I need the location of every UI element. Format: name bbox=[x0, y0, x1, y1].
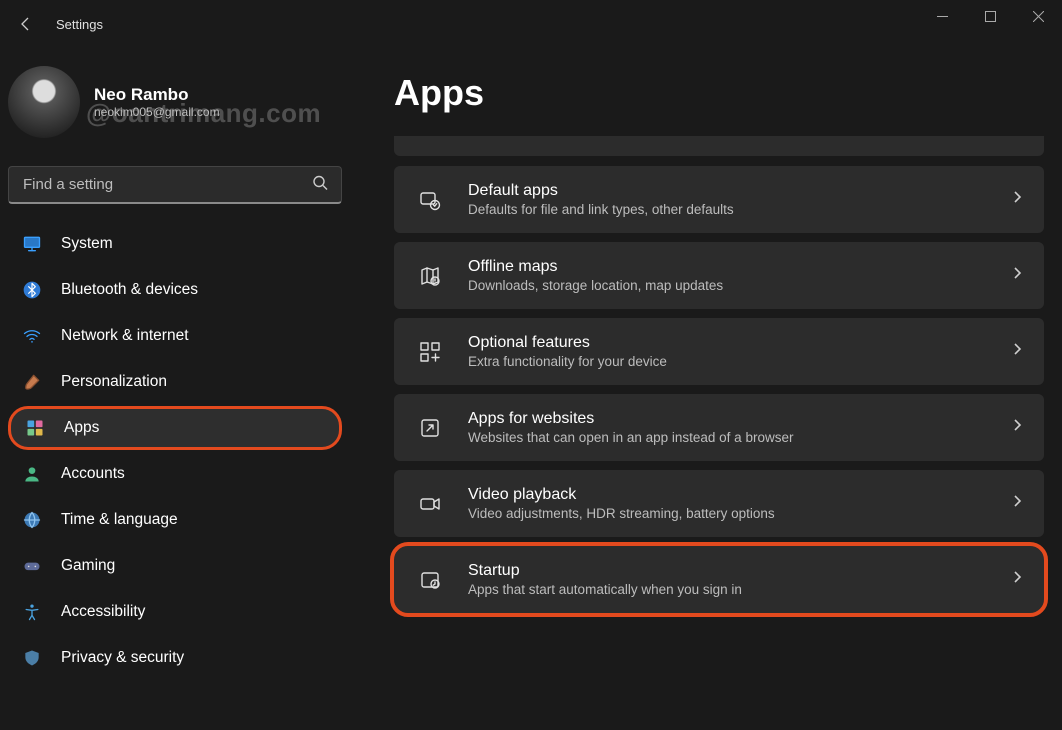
wifi-icon bbox=[20, 324, 44, 348]
close-icon bbox=[1033, 11, 1044, 22]
sidebar: Neo Rambo neokim005@gmail.com @oantriman… bbox=[0, 48, 350, 730]
profile-name: Neo Rambo bbox=[94, 84, 220, 105]
apps-icon bbox=[23, 416, 47, 440]
avatar bbox=[8, 66, 80, 138]
chevron-right-icon bbox=[1010, 418, 1024, 437]
back-button[interactable] bbox=[12, 10, 40, 38]
gamepad-icon bbox=[20, 554, 44, 578]
globe-icon bbox=[20, 508, 44, 532]
maximize-button[interactable] bbox=[966, 0, 1014, 32]
chevron-right-icon bbox=[1010, 342, 1024, 361]
maximize-icon bbox=[985, 11, 996, 22]
sidebar-item-accounts[interactable]: Accounts bbox=[8, 452, 342, 496]
sidebar-item-label: Privacy & security bbox=[61, 649, 184, 667]
window-controls bbox=[918, 0, 1062, 32]
sidebar-item-label: Bluetooth & devices bbox=[61, 281, 198, 299]
sidebar-item-label: Personalization bbox=[61, 373, 167, 391]
startup-icon bbox=[416, 566, 444, 594]
sidebar-item-accessibility[interactable]: Accessibility bbox=[8, 590, 342, 634]
card-apps-websites[interactable]: Apps for websites Websites that can open… bbox=[394, 394, 1044, 461]
card-subtitle: Video adjustments, HDR streaming, batter… bbox=[468, 506, 1010, 521]
card-optional-features[interactable]: Optional features Extra functionality fo… bbox=[394, 318, 1044, 385]
minimize-icon bbox=[937, 11, 948, 22]
sidebar-item-gaming[interactable]: Gaming bbox=[8, 544, 342, 588]
card-title: Offline maps bbox=[468, 258, 1010, 276]
sidebar-item-label: Apps bbox=[64, 419, 99, 437]
profile-email: neokim005@gmail.com bbox=[94, 105, 220, 120]
chevron-right-icon bbox=[1010, 266, 1024, 285]
default-apps-icon bbox=[416, 186, 444, 214]
map-icon bbox=[416, 262, 444, 290]
sidebar-item-personalization[interactable]: Personalization bbox=[8, 360, 342, 404]
sidebar-item-system[interactable]: System bbox=[8, 222, 342, 266]
chevron-right-icon bbox=[1010, 494, 1024, 513]
card-title: Startup bbox=[468, 562, 1010, 580]
person-icon bbox=[20, 462, 44, 486]
video-icon bbox=[416, 490, 444, 518]
card-startup[interactable]: Startup Apps that start automatically wh… bbox=[394, 546, 1044, 613]
sidebar-item-time[interactable]: Time & language bbox=[8, 498, 342, 542]
titlebar: Settings bbox=[0, 0, 1062, 48]
sidebar-item-label: Accounts bbox=[61, 465, 125, 483]
shield-icon bbox=[20, 646, 44, 670]
sidebar-item-privacy[interactable]: Privacy & security bbox=[8, 636, 342, 680]
sidebar-item-network[interactable]: Network & internet bbox=[8, 314, 342, 358]
sidebar-item-label: Accessibility bbox=[61, 603, 145, 621]
card-title: Apps for websites bbox=[468, 410, 1010, 428]
card-title: Video playback bbox=[468, 486, 1010, 504]
card-default-apps[interactable]: Default apps Defaults for file and link … bbox=[394, 166, 1044, 233]
bluetooth-icon bbox=[20, 278, 44, 302]
card-title: Optional features bbox=[468, 334, 1010, 352]
sidebar-item-label: Gaming bbox=[61, 557, 115, 575]
card-subtitle: Extra functionality for your device bbox=[468, 354, 1010, 369]
open-app-icon bbox=[416, 414, 444, 442]
card-subtitle: Defaults for file and link types, other … bbox=[468, 202, 1010, 217]
card-partial-top[interactable] bbox=[394, 136, 1044, 156]
arrow-left-icon bbox=[18, 16, 34, 32]
chevron-right-icon bbox=[1010, 570, 1024, 589]
grid-plus-icon bbox=[416, 338, 444, 366]
page-title: Apps bbox=[394, 72, 1044, 114]
card-offline-maps[interactable]: Offline maps Downloads, storage location… bbox=[394, 242, 1044, 309]
card-subtitle: Websites that can open in an app instead… bbox=[468, 430, 1010, 445]
sidebar-item-label: System bbox=[61, 235, 113, 253]
minimize-button[interactable] bbox=[918, 0, 966, 32]
card-subtitle: Apps that start automatically when you s… bbox=[468, 582, 1010, 597]
search-wrap bbox=[8, 166, 342, 204]
sidebar-item-label: Time & language bbox=[61, 511, 178, 529]
monitor-icon bbox=[20, 232, 44, 256]
chevron-right-icon bbox=[1010, 190, 1024, 209]
sidebar-item-apps[interactable]: Apps bbox=[8, 406, 342, 450]
search-input[interactable] bbox=[8, 166, 342, 204]
app-title: Settings bbox=[56, 17, 103, 32]
card-list: Default apps Defaults for file and link … bbox=[394, 166, 1044, 613]
close-button[interactable] bbox=[1014, 0, 1062, 32]
accessibility-icon bbox=[20, 600, 44, 624]
sidebar-nav: System Bluetooth & devices Network & inter… bbox=[8, 222, 342, 680]
brush-icon bbox=[20, 370, 44, 394]
card-subtitle: Downloads, storage location, map updates bbox=[468, 278, 1010, 293]
card-video-playback[interactable]: Video playback Video adjustments, HDR st… bbox=[394, 470, 1044, 537]
main-panel: Apps Default apps Defaults for file and … bbox=[350, 48, 1062, 730]
sidebar-item-bluetooth[interactable]: Bluetooth & devices bbox=[8, 268, 342, 312]
profile-header[interactable]: Neo Rambo neokim005@gmail.com @oantriman… bbox=[8, 56, 342, 148]
card-title: Default apps bbox=[468, 182, 1010, 200]
sidebar-item-label: Network & internet bbox=[61, 327, 189, 345]
